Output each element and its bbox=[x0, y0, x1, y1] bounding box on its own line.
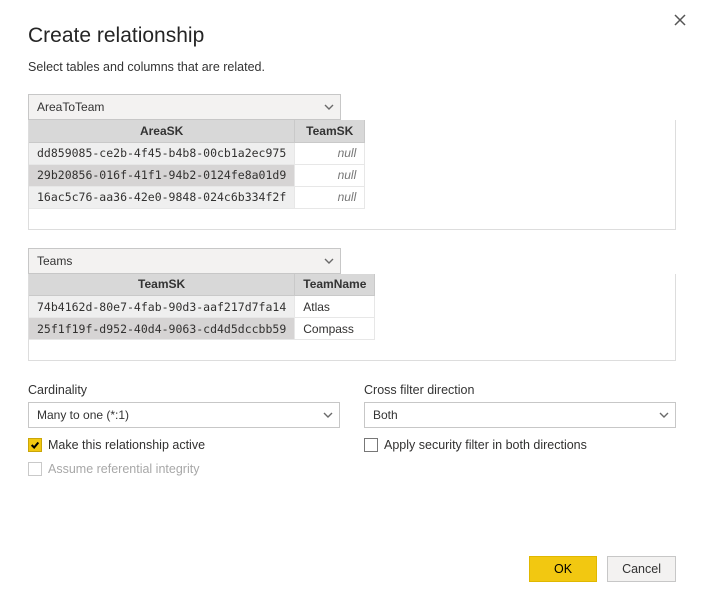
table2-header-row: TeamSK TeamName bbox=[29, 274, 375, 296]
ok-button[interactable]: OK bbox=[529, 556, 597, 582]
chevron-down-icon bbox=[324, 256, 334, 266]
chevron-down-icon bbox=[323, 410, 333, 420]
table2-select-value: Teams bbox=[37, 254, 72, 268]
crossfilter-label: Cross filter direction bbox=[364, 383, 676, 397]
close-icon bbox=[674, 14, 686, 26]
checkbox-unchecked-icon bbox=[28, 462, 42, 476]
make-active-checkbox-row[interactable]: Make this relationship active bbox=[28, 438, 340, 452]
crossfilter-select[interactable]: Both bbox=[364, 402, 676, 428]
table1-preview: AreaSK TeamSK dd859085-ce2b-4f45-b4b8-00… bbox=[28, 120, 676, 230]
table-row: 25f1f19f-d952-40d4-9063-cd4d5dccbb59 Com… bbox=[29, 318, 375, 340]
create-relationship-dialog: Create relationship Select tables and co… bbox=[0, 0, 704, 600]
table2-select[interactable]: Teams bbox=[28, 248, 341, 274]
table1-select-value: AreaToTeam bbox=[37, 100, 104, 114]
table1-header-row: AreaSK TeamSK bbox=[29, 120, 365, 142]
table-row: 74b4162d-80e7-4fab-90d3-aaf217d7fa14 Atl… bbox=[29, 296, 375, 318]
table1-col-areask[interactable]: AreaSK bbox=[29, 120, 295, 142]
table1-select[interactable]: AreaToTeam bbox=[28, 94, 341, 120]
checkbox-unchecked-icon bbox=[364, 438, 378, 452]
table2-preview: TeamSK TeamName 74b4162d-80e7-4fab-90d3-… bbox=[28, 274, 676, 362]
security-filter-checkbox-row[interactable]: Apply security filter in both directions bbox=[364, 438, 676, 452]
cardinality-label: Cardinality bbox=[28, 383, 340, 397]
dialog-title: Create relationship bbox=[28, 24, 676, 48]
cardinality-select[interactable]: Many to one (*:1) bbox=[28, 402, 340, 428]
table-row: 16ac5c76-aa36-42e0-9848-024c6b334f2f nul… bbox=[29, 186, 365, 208]
chevron-down-icon bbox=[659, 410, 669, 420]
table-row: 29b20856-016f-41f1-94b2-0124fe8a01d9 nul… bbox=[29, 164, 365, 186]
cancel-button[interactable]: Cancel bbox=[607, 556, 676, 582]
table1-col-teamsk[interactable]: TeamSK bbox=[295, 120, 365, 142]
make-active-label: Make this relationship active bbox=[48, 438, 205, 452]
crossfilter-value: Both bbox=[373, 408, 398, 422]
dialog-footer: OK Cancel bbox=[529, 556, 676, 582]
security-filter-label: Apply security filter in both directions bbox=[384, 438, 587, 452]
table2-col-teamname[interactable]: TeamName bbox=[295, 274, 375, 296]
table-row: dd859085-ce2b-4f45-b4b8-00cb1a2ec975 nul… bbox=[29, 142, 365, 164]
checkbox-checked-icon bbox=[28, 438, 42, 452]
referential-integrity-checkbox-row: Assume referential integrity bbox=[28, 462, 340, 476]
chevron-down-icon bbox=[324, 102, 334, 112]
close-button[interactable] bbox=[670, 10, 690, 30]
table2-col-teamsk[interactable]: TeamSK bbox=[29, 274, 295, 296]
referential-integrity-label: Assume referential integrity bbox=[48, 462, 199, 476]
cardinality-value: Many to one (*:1) bbox=[37, 408, 129, 422]
dialog-subtitle: Select tables and columns that are relat… bbox=[28, 60, 676, 74]
